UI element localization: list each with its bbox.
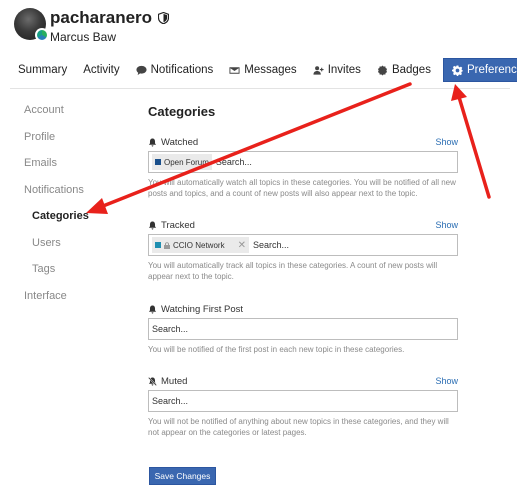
sidebar-item-emails[interactable]: Emails xyxy=(24,157,89,184)
username: pacharanero xyxy=(50,8,170,28)
watched-search-input[interactable]: Search... xyxy=(216,157,252,167)
preferences-sidebar: Account Profile Emails Notifications Cat… xyxy=(24,104,89,316)
bell-icon xyxy=(148,304,157,314)
muted-show-link[interactable]: Show xyxy=(435,376,458,386)
sidebar-item-account[interactable]: Account xyxy=(24,104,89,131)
tab-preferences[interactable]: Preferences xyxy=(442,58,517,82)
sidebar-item-tags[interactable]: Tags xyxy=(24,263,89,290)
muted-help-text: You will not be notified of anything abo… xyxy=(148,417,449,437)
certificate-icon xyxy=(377,64,388,76)
cog-icon xyxy=(451,64,463,76)
tracked-help-text: You will automatically track all topics … xyxy=(148,261,438,281)
tracked-section: Tracked Show CCIO Network ✕ Search... Yo… xyxy=(148,219,458,282)
nav-divider xyxy=(10,88,510,89)
watched-category-input[interactable]: Open Forum Search... xyxy=(148,151,458,173)
full-name: Marcus Baw xyxy=(50,30,117,44)
group-flair-icon xyxy=(35,28,49,42)
muted-search-input[interactable]: Search... xyxy=(152,396,188,406)
save-changes-button[interactable]: Save Changes xyxy=(149,467,216,485)
tracked-search-input[interactable]: Search... xyxy=(253,240,289,250)
page-title: Categories xyxy=(148,104,216,119)
category-chip-open-forum[interactable]: Open Forum xyxy=(152,154,212,170)
watched-label: Watched xyxy=(161,136,199,148)
tab-activity[interactable]: Activity xyxy=(75,58,127,82)
tracked-label: Tracked xyxy=(161,219,195,231)
bell-slash-icon xyxy=(148,376,157,386)
muted-label: Muted xyxy=(161,375,188,387)
watching-first-post-help-text: You will be notified of the first post i… xyxy=(148,345,405,354)
shield-icon xyxy=(158,12,170,24)
muted-section: Muted Show Search... You will not be not… xyxy=(148,375,458,438)
sidebar-item-categories[interactable]: Categories xyxy=(24,210,89,237)
watching-first-post-label: Watching First Post xyxy=(161,303,244,315)
user-plus-icon xyxy=(313,65,324,75)
tab-summary[interactable]: Summary xyxy=(10,58,75,82)
sidebar-item-interface[interactable]: Interface xyxy=(24,290,89,317)
lock-icon xyxy=(164,241,170,249)
watched-show-link[interactable]: Show xyxy=(435,137,458,147)
bell-icon xyxy=(148,137,157,147)
tracked-category-input[interactable]: CCIO Network ✕ Search... xyxy=(148,234,458,256)
muted-category-input[interactable]: Search... xyxy=(148,390,458,412)
category-color-swatch xyxy=(155,159,161,165)
bell-icon xyxy=(148,220,157,230)
remove-chip-icon[interactable]: ✕ xyxy=(238,240,246,251)
watched-section: Watched Show Open Forum Search... You wi… xyxy=(148,136,458,199)
tab-messages[interactable]: Messages xyxy=(221,58,304,82)
tab-notifications[interactable]: Notifications xyxy=(128,58,222,82)
sidebar-item-profile[interactable]: Profile xyxy=(24,131,89,158)
envelope-icon xyxy=(229,66,240,74)
watching-first-post-search-input[interactable]: Search... xyxy=(152,324,188,334)
category-color-swatch xyxy=(155,242,161,248)
tracked-show-link[interactable]: Show xyxy=(435,220,458,230)
category-chip-ccio-network[interactable]: CCIO Network ✕ xyxy=(152,237,249,253)
watched-help-text: You will automatically watch all topics … xyxy=(148,178,456,198)
categories-preferences: Categories Watched Show Open Forum Searc… xyxy=(148,104,458,437)
watching-first-post-section: Watching First Post Search... You will b… xyxy=(148,303,458,355)
sidebar-item-users[interactable]: Users xyxy=(24,237,89,264)
tab-invites[interactable]: Invites xyxy=(305,58,369,82)
comment-icon xyxy=(136,65,147,75)
sidebar-item-notifications[interactable]: Notifications xyxy=(24,184,89,211)
tab-badges[interactable]: Badges xyxy=(369,58,439,82)
user-nav-tabs: Summary Activity Notifications Messages … xyxy=(10,58,517,82)
watching-first-post-input[interactable]: Search... xyxy=(148,318,458,340)
